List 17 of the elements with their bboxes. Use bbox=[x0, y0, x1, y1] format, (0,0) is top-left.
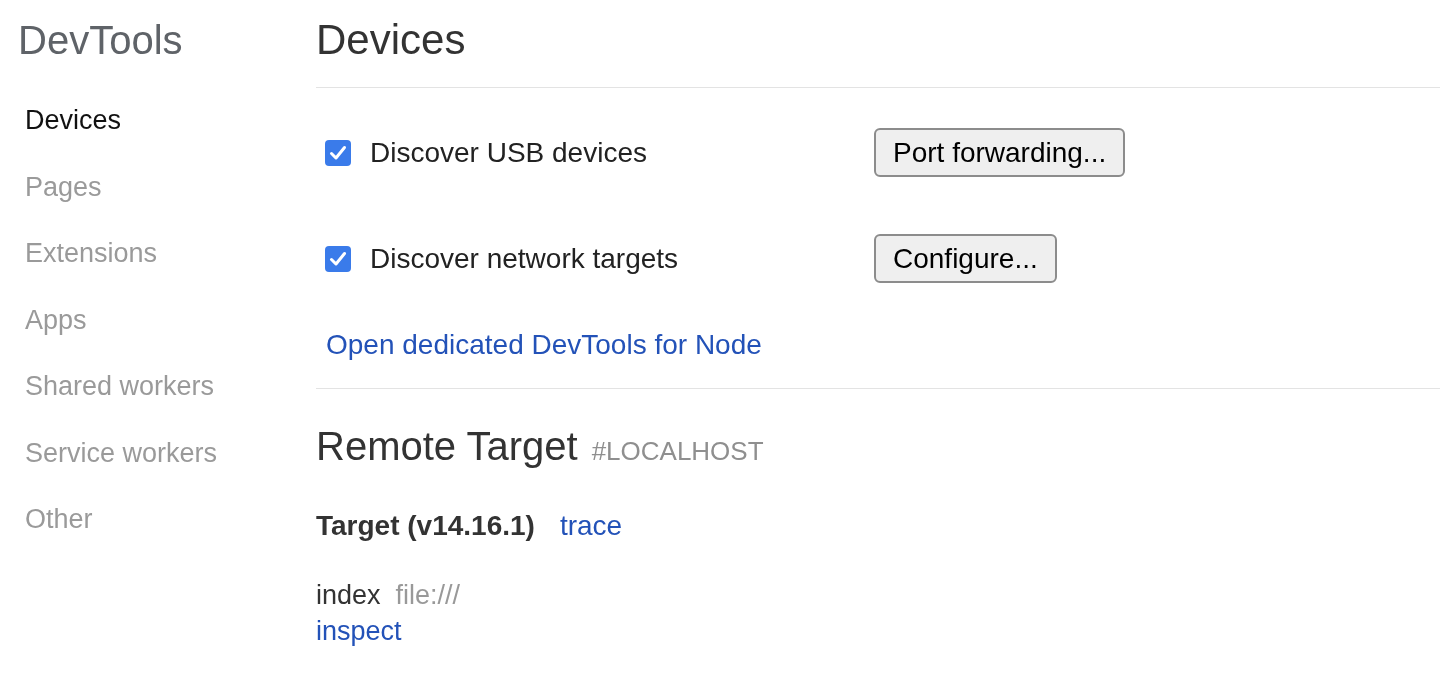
page-title: Devices bbox=[316, 15, 466, 65]
trace-link[interactable]: trace bbox=[559, 509, 623, 543]
checkbox[interactable] bbox=[325, 139, 351, 166]
section-title: Remote Target bbox=[316, 423, 578, 470]
sidebar-title: DevTools bbox=[17, 17, 183, 64]
checkbox-label: Discover USB devices bbox=[370, 135, 647, 170]
target-name: Target (v14.16.1) bbox=[316, 509, 535, 543]
page-name: index bbox=[316, 579, 381, 611]
option-button[interactable]: Port forwarding... bbox=[874, 128, 1126, 177]
checkbox[interactable] bbox=[325, 245, 351, 272]
node-devtools-link[interactable]: Open dedicated DevTools for Node bbox=[326, 328, 762, 362]
page-url: file:/// bbox=[395, 579, 461, 611]
inspect-link[interactable]: inspect bbox=[316, 615, 402, 647]
checkbox-label: Discover network targets bbox=[370, 241, 679, 276]
option-button[interactable]: Configure... bbox=[874, 234, 1057, 283]
host-label: #LOCALHOST bbox=[591, 435, 764, 467]
sidebar-item[interactable]: Devices bbox=[25, 103, 122, 137]
